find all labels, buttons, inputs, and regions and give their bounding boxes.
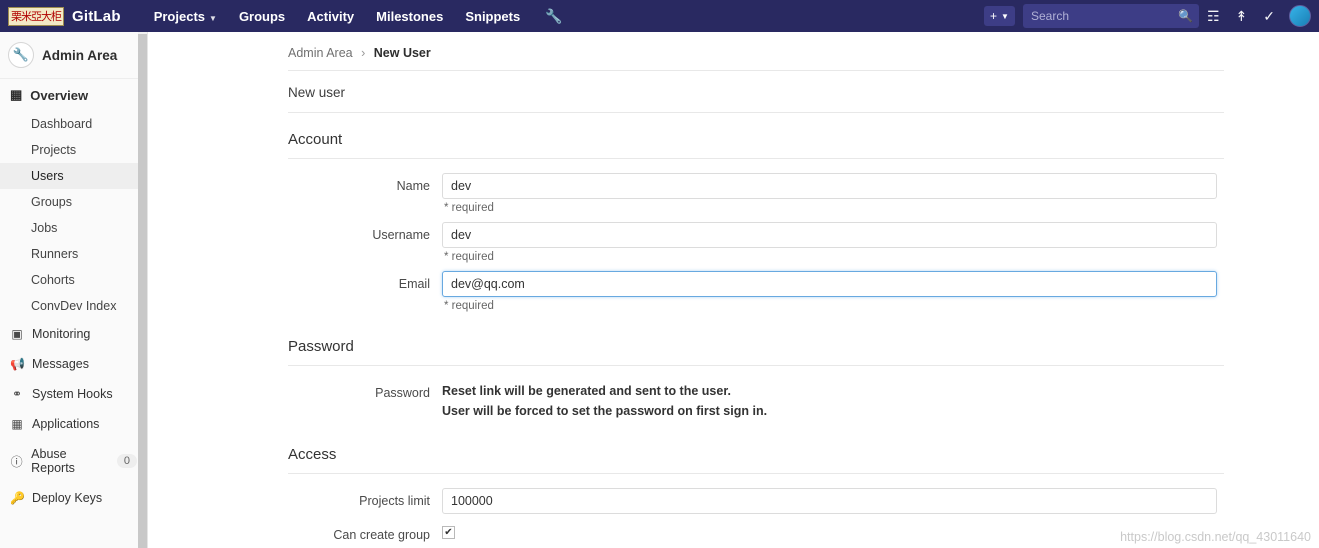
sidebar-item-groups[interactable]: Groups — [0, 189, 147, 215]
nav-link-projects-label: Projects — [153, 8, 206, 24]
sidebar-item-projects[interactable]: Projects — [0, 137, 147, 163]
search-box[interactable]: 🔍 — [1022, 4, 1199, 28]
abuse-reports-badge: 0 — [116, 454, 137, 468]
main-content: Admin Area › New User New user Account N… — [148, 32, 1319, 548]
nav-link-milestones[interactable]: Milestones — [365, 3, 454, 30]
label-email: Email — [398, 277, 430, 291]
breadcrumb-separator: › — [361, 46, 366, 60]
field-row-username: Username * required — [288, 222, 1224, 263]
sidebar-item-deploy-keys[interactable]: 🔑 Deploy Keys — [0, 483, 147, 513]
nav-link-projects[interactable]: Projects ▼ — [143, 3, 228, 30]
sidebar-title: Admin Area — [42, 47, 118, 63]
field-username: * required — [442, 222, 1224, 263]
chevron-down-icon: ▼ — [209, 13, 217, 23]
name-input[interactable] — [442, 173, 1217, 199]
sidebar-item-cohorts[interactable]: Cohorts — [0, 267, 147, 293]
username-input[interactable] — [442, 222, 1217, 248]
field-projects-limit — [442, 488, 1224, 514]
field-row-email: Email * required — [288, 271, 1224, 312]
megaphone-icon: 📢 — [10, 357, 25, 371]
sidebar-item-runners[interactable]: Runners — [0, 241, 147, 267]
grid-icon: ▦ — [10, 87, 23, 102]
todos-icon[interactable]: ✓ — [1255, 8, 1283, 25]
merge-requests-icon[interactable]: ↟ — [1228, 8, 1256, 25]
field-row-can-create-group: Can create group ✔ — [288, 522, 1224, 542]
page-body: 🔧 Admin Area ▦ Overview Dashboard Projec… — [0, 32, 1319, 548]
label-name: Name — [396, 179, 430, 193]
hint-email: * required — [444, 300, 494, 312]
sidebar-item-jobs[interactable]: Jobs — [0, 215, 147, 241]
form-container: Admin Area › New User New user Account N… — [288, 32, 1224, 542]
wrench-icon: 🔧 — [8, 42, 34, 68]
chevron-down-icon: ▼ — [1001, 11, 1009, 21]
sidebar-item-dashboard[interactable]: Dashboard — [0, 111, 147, 137]
field-name: * required — [442, 173, 1224, 214]
label-projects-limit: Projects limit — [359, 494, 430, 508]
sidebar: 🔧 Admin Area ▦ Overview Dashboard Projec… — [0, 32, 148, 548]
sidebar-item-abuse-reports[interactable]: ⓘ Abuse Reports 0 — [0, 439, 147, 483]
nav-links: Projects ▼ Groups Activity Milestones Sni… — [143, 3, 532, 30]
sidebar-item-overview-label: Overview — [30, 87, 89, 103]
apps-icon: ▦ — [11, 417, 23, 431]
sidebar-item-system-hooks[interactable]: ⚭ System Hooks — [0, 379, 147, 409]
top-navbar: 栗米亞大柜 GitLab Projects ▼ Groups Activity M… — [0, 0, 1319, 32]
issues-icon[interactable]: ☶ — [1199, 8, 1228, 25]
sidebar-header[interactable]: 🔧 Admin Area — [0, 32, 147, 79]
navbar-right: +▼ 🔍 ☶ ↟ ✓ — [984, 4, 1311, 28]
sidebar-item-overview[interactable]: ▦ Overview — [0, 79, 147, 111]
password-info-line1: Reset link will be generated and sent to… — [442, 384, 731, 398]
field-email: * required — [442, 271, 1224, 312]
nav-link-snippets[interactable]: Snippets — [454, 3, 531, 30]
field-row-name: Name * required — [288, 173, 1224, 214]
hint-name: * required — [444, 202, 494, 214]
breadcrumb: Admin Area › New User — [288, 32, 1224, 70]
gitlab-brand[interactable]: GitLab — [72, 8, 121, 25]
sidebar-item-monitoring-label: Monitoring — [32, 327, 91, 341]
breadcrumb-root[interactable]: Admin Area — [288, 46, 353, 60]
sidebar-item-applications[interactable]: ▦ Applications — [0, 409, 147, 439]
field-password-info: Reset link will be generated and sent to… — [442, 380, 1224, 420]
sidebar-item-messages[interactable]: 📢 Messages — [0, 349, 147, 379]
sidebar-item-abuse-reports-label: Abuse Reports — [31, 447, 75, 475]
label-password: Password — [375, 386, 430, 400]
email-input[interactable] — [442, 271, 1217, 297]
projects-limit-input[interactable] — [442, 488, 1217, 514]
hint-username: * required — [444, 251, 494, 263]
nav-link-activity[interactable]: Activity — [296, 3, 365, 30]
new-item-button[interactable]: + ▼ — [984, 6, 1015, 26]
section-title-account: Account — [288, 113, 1224, 159]
sidebar-item-applications-label: Applications — [32, 417, 100, 431]
label-username: Username — [372, 228, 430, 242]
monitor-icon: ▣ — [11, 327, 23, 341]
section-title-password: Password — [288, 320, 1224, 366]
sidebar-item-monitoring[interactable]: ▣ Monitoring — [0, 319, 147, 349]
sidebar-scrollbar-thumb[interactable] — [138, 34, 147, 548]
sidebar-item-system-hooks-label: System Hooks — [32, 387, 113, 401]
key-icon: 🔑 — [10, 491, 25, 505]
avatar[interactable] — [1289, 5, 1311, 27]
nav-link-groups[interactable]: Groups — [228, 3, 296, 30]
section-title-access: Access — [288, 428, 1224, 474]
field-can-create-group: ✔ — [442, 522, 1224, 542]
sidebar-item-users[interactable]: Users — [0, 163, 147, 189]
password-info-line2: User will be forced to set the password … — [442, 404, 768, 418]
watermark: https://blog.csdn.net/qq_43011640 — [1120, 530, 1311, 544]
breadcrumb-current: New User — [373, 46, 431, 60]
can-create-group-checkbox[interactable]: ✔ — [442, 526, 455, 539]
field-row-password: Password Reset link will be generated an… — [288, 380, 1224, 420]
sidebar-scrollbar-track[interactable] — [138, 32, 147, 548]
flag-icon: ⓘ — [10, 454, 23, 469]
wrench-icon[interactable]: 🔧 — [545, 8, 562, 25]
sidebar-item-deploy-keys-label: Deploy Keys — [32, 491, 103, 505]
search-input[interactable] — [1028, 8, 1179, 24]
label-can-create-group: Can create group — [333, 528, 430, 542]
field-row-projects-limit: Projects limit — [288, 488, 1224, 514]
search-icon[interactable]: 🔍 — [1178, 9, 1193, 23]
plus-icon: + — [990, 9, 998, 23]
page-title: New user — [288, 70, 1224, 113]
hook-icon: ⚭ — [11, 387, 23, 401]
sidebar-item-messages-label: Messages — [32, 357, 89, 371]
sidebar-item-convdev-index[interactable]: ConvDev Index — [0, 293, 147, 319]
site-logo[interactable]: 栗米亞大柜 — [8, 6, 64, 26]
